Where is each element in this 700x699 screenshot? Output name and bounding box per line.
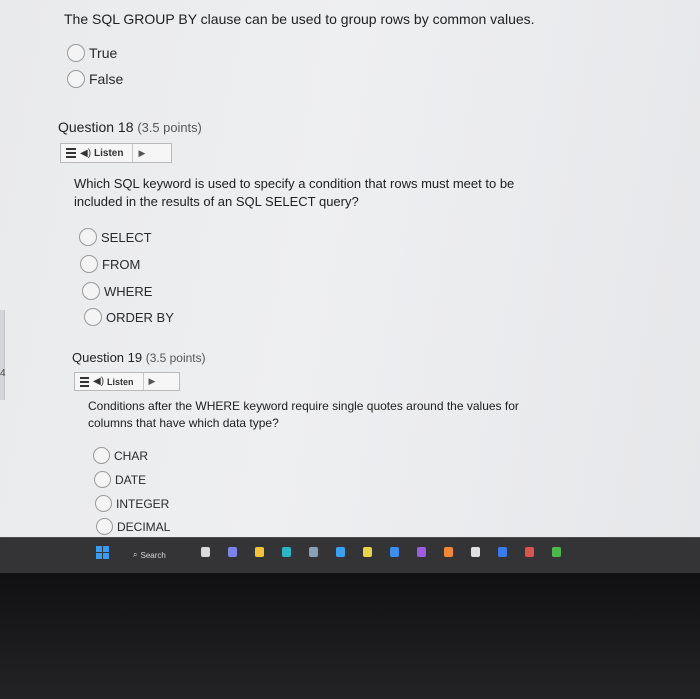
window-edge <box>0 310 5 400</box>
radio-true[interactable] <box>67 44 85 62</box>
search-icon: ⌕ <box>133 550 138 559</box>
question-18-points: (3.5 points) <box>137 120 202 135</box>
radio-decimal[interactable] <box>96 518 113 535</box>
app-icon-b[interactable] <box>498 547 507 557</box>
edge-icon[interactable] <box>282 547 291 557</box>
question-17-prompt: The SQL GROUP BY clause can be used to g… <box>64 11 535 27</box>
question-19-prompt-line-1: Conditions after the WHERE keyword requi… <box>88 399 519 413</box>
play-icon[interactable]: ▶ <box>138 148 151 159</box>
question-19-title: Question 19 (3.5 points) <box>72 350 206 365</box>
app-icon-d[interactable] <box>552 547 561 557</box>
question-19-prompt-line-2: columns that have which data type? <box>88 416 279 430</box>
quiz-page: The SQL GROUP BY clause can be used to g… <box>0 0 700 540</box>
option-integer-label: INTEGER <box>116 496 170 511</box>
radio-date[interactable] <box>94 471 111 488</box>
radio-false[interactable] <box>67 70 85 88</box>
app-icon-c[interactable] <box>525 547 534 557</box>
windows-start-icon[interactable] <box>96 546 109 559</box>
question-18-number: Question 18 <box>58 119 134 135</box>
app-icon-a[interactable] <box>471 547 480 557</box>
option-false[interactable]: False <box>67 70 123 88</box>
vs-icon[interactable] <box>417 547 426 557</box>
option-order-by[interactable]: ORDER BY <box>84 308 174 326</box>
widgets-icon[interactable] <box>201 547 210 557</box>
settings-icon[interactable] <box>336 547 345 557</box>
option-false-label: False <box>89 71 124 87</box>
file-explorer-icon[interactable] <box>255 547 264 557</box>
chat-icon[interactable] <box>228 547 237 557</box>
listen-divider-q19 <box>142 373 144 390</box>
option-char[interactable]: CHAR <box>93 447 148 464</box>
radio-integer[interactable] <box>95 495 112 512</box>
monitor-bezel <box>0 573 700 699</box>
option-true-label: True <box>89 45 118 61</box>
option-decimal[interactable]: DECIMAL <box>96 518 170 535</box>
option-date-label: DATE <box>115 472 147 487</box>
play-icon-q19[interactable]: ▶ <box>149 376 162 387</box>
radio-where[interactable] <box>82 282 100 300</box>
question-19-number: Question 19 <box>72 350 143 365</box>
search-label: Search <box>140 550 166 560</box>
speaker-icon-q19: ◀︎) <box>93 376 105 387</box>
firefox-icon[interactable] <box>444 547 453 557</box>
question-18-prompt-line-1: Which SQL keyword is used to specify a c… <box>74 176 515 191</box>
option-from[interactable]: FROM <box>80 255 140 273</box>
option-where[interactable]: WHERE <box>82 282 152 300</box>
store-icon[interactable] <box>309 547 318 557</box>
option-from-label: FROM <box>102 256 141 272</box>
listen-label: Listen <box>94 147 124 159</box>
option-true[interactable]: True <box>67 44 117 62</box>
question-18-prompt-line-2: included in the results of an SQL SELECT… <box>74 194 359 209</box>
listen-button-q18[interactable]: ◀︎) Listen ▶ <box>60 143 172 163</box>
radio-char[interactable] <box>93 447 110 464</box>
taskbar-search[interactable]: ⌕ Search <box>133 548 188 562</box>
option-order-by-label: ORDER BY <box>106 309 174 325</box>
option-integer[interactable]: INTEGER <box>95 495 169 512</box>
speaker-icon: ◀︎) <box>80 147 92 159</box>
side-marker: 4 <box>0 368 6 379</box>
radio-select[interactable] <box>79 228 97 246</box>
radio-from[interactable] <box>80 255 98 273</box>
radio-order-by[interactable] <box>84 308 102 326</box>
chrome-icon[interactable] <box>363 547 372 557</box>
option-select[interactable]: SELECT <box>79 228 152 246</box>
option-date[interactable]: DATE <box>94 471 146 488</box>
option-where-label: WHERE <box>104 283 153 299</box>
option-select-label: SELECT <box>101 229 152 245</box>
question-18-title: Question 18 (3.5 points) <box>58 119 202 135</box>
listen-button-q19[interactable]: ◀︎) Listen ▶ <box>74 372 180 391</box>
cortana-icon[interactable] <box>390 547 399 557</box>
listen-divider <box>132 144 134 162</box>
listen-menu-icon[interactable] <box>61 148 80 158</box>
question-19-points: (3.5 points) <box>145 351 206 365</box>
option-decimal-label: DECIMAL <box>117 519 171 534</box>
option-char-label: CHAR <box>114 448 149 463</box>
listen-menu-icon-q19[interactable] <box>75 376 93 387</box>
listen-label-q19: Listen <box>107 376 134 387</box>
